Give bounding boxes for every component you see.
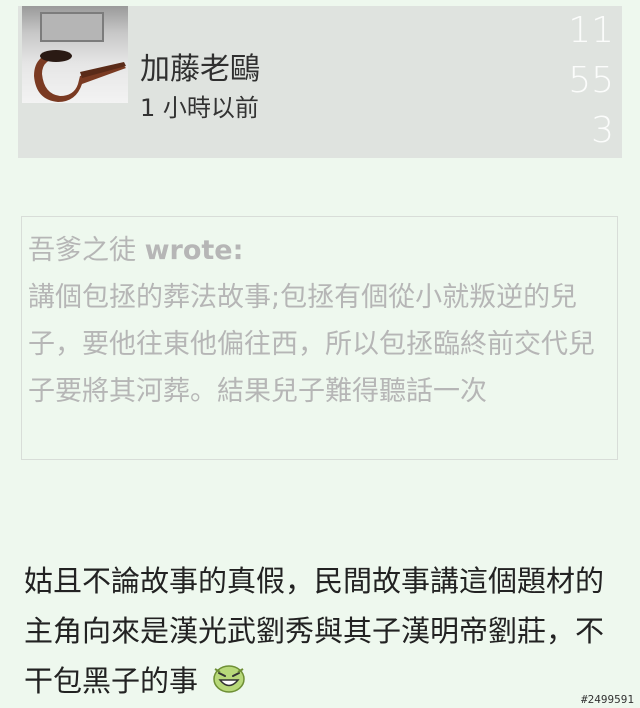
reply-text: 姑且不論故事的真假，民間故事講這個題材的主角向來是漢光武劉秀與其子漢明帝劉莊，不…: [24, 564, 605, 698]
post-time: 1 小時以前: [140, 94, 259, 122]
reply-body: 姑且不論故事的真假，民間故事講這個題材的主角向來是漢光武劉秀與其子漢明帝劉莊，不…: [24, 556, 614, 708]
post-header: 加藤老鷗 1 小時以前 11 55 3: [18, 6, 622, 158]
grinning-face-icon: [212, 658, 246, 708]
quote-wrote-label: wrote:: [144, 235, 244, 266]
post-author[interactable]: 加藤老鷗: [140, 44, 260, 88]
quote-author: 吾爹之徒 wrote:: [28, 227, 612, 274]
side-number-2: 55: [568, 60, 614, 101]
post-id: #2499591: [581, 693, 634, 706]
quote-text: 講個包拯的葬法故事;包拯有個從小就叛逆的兒子，要他往東他偏往西，所以包拯臨終前交…: [28, 282, 595, 407]
quote-author-name[interactable]: 吾爹之徒: [28, 235, 136, 266]
quote-content: 吾爹之徒 wrote: 講個包拯的葬法故事;包拯有個從小就叛逆的兒子，要他往東他…: [28, 227, 612, 415]
side-number-1: 11: [568, 10, 614, 51]
pipe-icon: [34, 50, 126, 102]
avatar[interactable]: [22, 6, 128, 103]
quote-block: 吾爹之徒 wrote: 講個包拯的葬法故事;包拯有個從小就叛逆的兒子，要他往東他…: [21, 216, 618, 460]
side-number-3: 3: [591, 110, 614, 151]
